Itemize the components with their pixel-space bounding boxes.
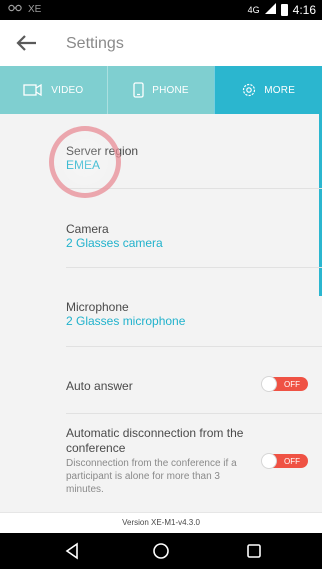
circle-home-icon[interactable] [152, 542, 170, 560]
status-time: 4:16 [292, 3, 316, 17]
camera-label: Camera [66, 222, 109, 236]
gear-icon [242, 83, 256, 97]
toggle-knob [261, 453, 277, 469]
signal-icon [264, 3, 276, 17]
auto-disconnect-description: Disconnection from the conference if a p… [66, 458, 237, 495]
microphone-value: 2 Glasses microphone [66, 314, 186, 328]
divider [66, 267, 322, 268]
microphone-label: Microphone [66, 300, 129, 314]
page-title: Settings [66, 35, 124, 52]
tab-more[interactable]: MORE [214, 66, 322, 114]
version-label: Version XE-M1-v4.3.0 [0, 512, 322, 533]
divider [66, 346, 322, 347]
network-type: 4G [247, 5, 260, 15]
auto-answer-toggle-label: OFF [284, 379, 300, 389]
tab-phone[interactable]: PHONE [106, 66, 215, 114]
tab-video[interactable]: VIDEO [0, 66, 107, 114]
camera-value: 2 Glasses camera [66, 236, 163, 250]
settings-list[interactable]: Server region EMEA Camera 2 Glasses came… [0, 114, 322, 512]
glasses-icon [8, 4, 22, 15]
status-app-label: XE [28, 4, 42, 15]
tab-phone-label: PHONE [152, 84, 189, 96]
triangle-back-icon[interactable] [64, 542, 82, 560]
setting-microphone[interactable]: Microphone 2 Glasses microphone [66, 300, 322, 328]
auto-disconnect-toggle[interactable]: OFF [261, 453, 308, 469]
toggle-knob [261, 376, 277, 392]
tap-highlight-ring [49, 126, 121, 198]
tab-video-label: VIDEO [51, 84, 84, 96]
tab-bar: VIDEO PHONE MORE [0, 66, 322, 114]
back-arrow-icon[interactable] [14, 30, 40, 56]
phone-icon [133, 82, 144, 98]
square-recents-icon[interactable] [245, 542, 263, 560]
status-left: XE [8, 4, 41, 15]
status-bar: XE 4G 4:16 [0, 0, 322, 20]
video-camera-icon [23, 83, 43, 97]
auto-disconnect-label: Automatic disconnection from the confere… [66, 426, 244, 455]
tab-more-label: MORE [264, 84, 296, 96]
status-right: 4G 4:16 [248, 3, 316, 17]
auto-answer-toggle[interactable]: OFF [261, 376, 308, 392]
divider [66, 413, 322, 414]
app-bar: Settings [0, 20, 322, 66]
navigation-bar [0, 533, 322, 569]
setting-auto-disconnect: Automatic disconnection from the confere… [66, 426, 244, 496]
auto-disconnect-toggle-label: OFF [284, 456, 300, 466]
setting-camera[interactable]: Camera 2 Glasses camera [66, 222, 322, 250]
battery-icon [280, 4, 288, 16]
